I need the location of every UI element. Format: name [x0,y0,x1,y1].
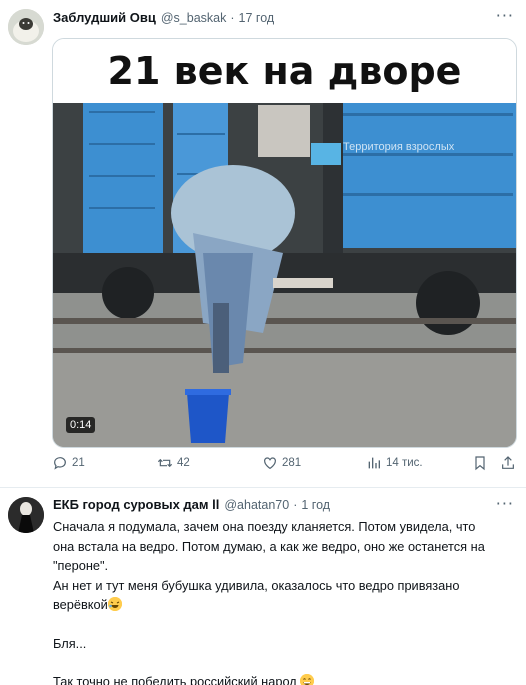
retweet-count: 42 [177,457,190,469]
separator: · [293,497,298,512]
retweet-icon [157,458,173,468]
tweet-header: Заблудший Овц @s_baskak · 17 год [53,10,274,25]
watermark-text: Территория взрослых [343,141,455,153]
author-handle[interactable]: @s_baskak [161,11,227,25]
like-button[interactable]: 281 [262,455,301,471]
avatar[interactable] [8,497,44,533]
laughing-emoji [107,597,122,611]
author-handle[interactable]: @ahatan70 [224,498,289,512]
more-icon[interactable]: ··· [496,6,514,25]
text-line-with-emoji: Так точно не победить российский народ [53,672,513,685]
retweet-button[interactable]: 42 [157,455,190,471]
grinning-emoji [300,674,315,685]
author-name[interactable]: Заблудший Овц [53,10,156,25]
tweet-text: Сначала я подумала, зачем она поезду кла… [53,517,513,685]
views-icon [368,457,380,469]
like-count: 281 [282,457,302,469]
reply-icon [54,457,66,470]
bookmark-icon [475,456,485,471]
like-icon [264,457,276,470]
views-count: 14 тис. [386,457,423,469]
tweet-header: ЕКБ город суровых дам ll @ahatan70 · 1 г… [53,497,330,512]
more-icon[interactable]: ··· [496,494,514,513]
video-duration: 0:14 [66,417,96,433]
text-line: Ан нет и тут меня бубушка удивила, оказа… [53,577,460,593]
views-button[interactable]: 14 тис. [366,455,423,471]
share-button[interactable] [500,455,516,471]
tweet-main: Заблудший Овц @s_baskak · 17 год ··· 21 … [0,0,526,488]
video-media[interactable]: 21 век на дворе Территория взрослых 0:14 [52,38,517,448]
text-line: Бля... [53,635,87,651]
timestamp[interactable]: 17 год [239,11,275,25]
author-name[interactable]: ЕКБ город суровых дам ll [53,497,219,512]
text-line-with-emoji: верёвкой [53,595,513,615]
action-bar: 21 42 281 14 тис. [52,455,518,475]
bookmark-button[interactable] [472,455,488,471]
share-icon [502,456,514,469]
text-line: она встала на ведро. Потом думаю, а как … [53,538,485,554]
text-line: Так точно не победить российский народ [53,674,297,685]
media-caption: 21 век на дворе [53,39,516,103]
reply-count: 21 [72,457,85,469]
woman-avatar-image [8,497,44,533]
timestamp[interactable]: 1 год [301,498,330,512]
separator: · [230,10,235,25]
sheep-avatar-image [8,9,44,45]
avatar[interactable] [8,9,44,45]
text-line: верёвкой [53,597,108,612]
reply-button[interactable]: 21 [52,455,85,471]
text-line: Сначала я подумала, зачем она поезду кла… [53,519,476,534]
train-scene-image [53,103,516,447]
text-line: "пероне". [53,558,109,573]
